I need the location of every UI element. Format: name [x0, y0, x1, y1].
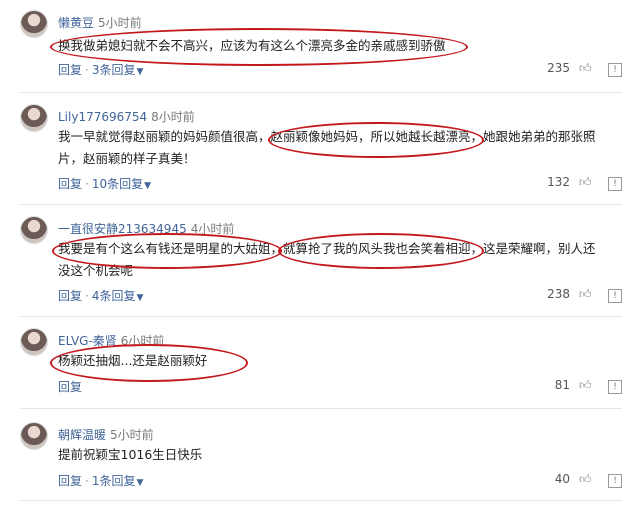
- comment-meta: 朝辉温暖 5小时前: [58, 426, 154, 443]
- timestamp: 5小时前: [98, 16, 142, 30]
- like-count: 81: [554, 378, 570, 392]
- thumbs-up-icon[interactable]: 👍︎: [579, 61, 593, 75]
- comment-actions: 回复: [58, 378, 82, 395]
- comment-item: 朝辉温暖 5小时前 提前祝颖宝1016生日快乐 回复 · 1条回复▼ 40 👍︎ !: [0, 422, 640, 502]
- comment-item: 一直很安静213634945 4小时前 我要是有个这么有钱还是明星的大姑姐，就算抢…: [0, 216, 640, 316]
- avatar[interactable]: [20, 422, 48, 450]
- comment-text: 换我做弟媳妇就不会不高兴，应该为有这么个漂亮多金的亲戚感到骄傲: [58, 38, 446, 53]
- chevron-down-icon[interactable]: ▼: [136, 478, 143, 488]
- comment-meta: Lily177696754 8小时前: [58, 108, 195, 125]
- comment-text: 杨颖还抽烟...还是赵丽颖好: [58, 353, 208, 368]
- comment-actions: 回复 · 1条回复▼: [58, 474, 144, 488]
- comment-item: Lily177696754 8小时前 我一早就觉得赵丽颖的妈妈颜值很高，赵丽颖像她…: [0, 104, 640, 204]
- username[interactable]: 朝辉温暖: [58, 428, 106, 442]
- comment-meta: 一直很安静213634945 4小时前: [58, 220, 234, 237]
- report-icon[interactable]: !: [608, 474, 622, 488]
- view-replies-button[interactable]: 4条回复: [92, 289, 136, 303]
- username[interactable]: Lily177696754: [58, 110, 147, 124]
- reply-button[interactable]: 回复: [58, 63, 82, 77]
- comment-actions: 回复 · 4条回复▼: [58, 289, 144, 303]
- report-icon[interactable]: !: [608, 380, 622, 394]
- like-count: 238: [547, 287, 570, 301]
- comment-meta: ELVG-秦肾 6小时前: [58, 332, 164, 349]
- chevron-down-icon[interactable]: ▼: [144, 181, 151, 191]
- thumbs-up-icon[interactable]: 👍︎: [579, 472, 593, 486]
- divider: [20, 316, 622, 317]
- username[interactable]: 一直很安静213634945: [58, 222, 187, 236]
- timestamp: 8小时前: [151, 110, 195, 124]
- timestamp: 5小时前: [110, 428, 154, 442]
- thumbs-up-icon[interactable]: 👍︎: [579, 175, 593, 189]
- divider: [20, 92, 622, 93]
- comment-item: 懒黄豆 5小时前 换我做弟媳妇就不会不高兴，应该为有这么个漂亮多金的亲戚感到骄傲 …: [0, 10, 640, 96]
- like-count: 132: [547, 175, 570, 189]
- divider: [20, 408, 622, 409]
- avatar[interactable]: [20, 216, 48, 244]
- comment-text: 我要是有个这么有钱还是明星的大姑姐，就算抢了我的风头我也会笑着相迎，这是荣耀啊，…: [58, 241, 596, 278]
- timestamp: 6小时前: [120, 334, 165, 348]
- reply-button[interactable]: 回复: [58, 474, 82, 488]
- comment-actions: 回复 · 3条回复▼: [58, 63, 144, 77]
- avatar[interactable]: [20, 328, 48, 356]
- comment-list: 懒黄豆 5小时前 换我做弟媳妇就不会不高兴，应该为有这么个漂亮多金的亲戚感到骄傲 …: [0, 0, 640, 509]
- report-icon[interactable]: !: [608, 63, 622, 77]
- timestamp: 4小时前: [190, 222, 235, 236]
- view-replies-button[interactable]: 1条回复: [92, 474, 136, 488]
- comment-meta: 懒黄豆 5小时前: [58, 14, 142, 31]
- comment-text: 提前祝颖宝1016生日快乐: [58, 447, 203, 462]
- reply-button[interactable]: 回复: [58, 380, 82, 394]
- divider: [20, 204, 622, 205]
- view-replies-button[interactable]: 3条回复: [92, 63, 136, 77]
- report-icon[interactable]: !: [608, 289, 622, 303]
- like-count: 235: [547, 61, 570, 75]
- reply-button[interactable]: 回复: [58, 177, 82, 191]
- chevron-down-icon[interactable]: ▼: [136, 293, 143, 303]
- reply-button[interactable]: 回复: [58, 289, 82, 303]
- comment-item: ELVG-秦肾 6小时前 杨颖还抽烟...还是赵丽颖好 回复 81 👍︎ !: [0, 328, 640, 408]
- username[interactable]: ELVG-秦肾: [58, 334, 117, 348]
- comment-actions: 回复 · 10条回复▼: [58, 177, 152, 191]
- view-replies-button[interactable]: 10条回复: [92, 177, 143, 191]
- thumbs-up-icon[interactable]: 👍︎: [579, 287, 593, 301]
- avatar[interactable]: [20, 10, 48, 38]
- chevron-down-icon[interactable]: ▼: [136, 67, 143, 77]
- thumbs-up-icon[interactable]: 👍︎: [579, 378, 593, 392]
- comment-text: 我一早就觉得赵丽颖的妈妈颜值很高，赵丽颖像她妈妈，所以她越长越漂亮，她跟她弟弟的…: [58, 129, 596, 166]
- report-icon[interactable]: !: [608, 177, 622, 191]
- username[interactable]: 懒黄豆: [58, 16, 94, 30]
- avatar[interactable]: [20, 104, 48, 132]
- divider: [20, 500, 622, 501]
- like-count: 40: [554, 472, 570, 486]
